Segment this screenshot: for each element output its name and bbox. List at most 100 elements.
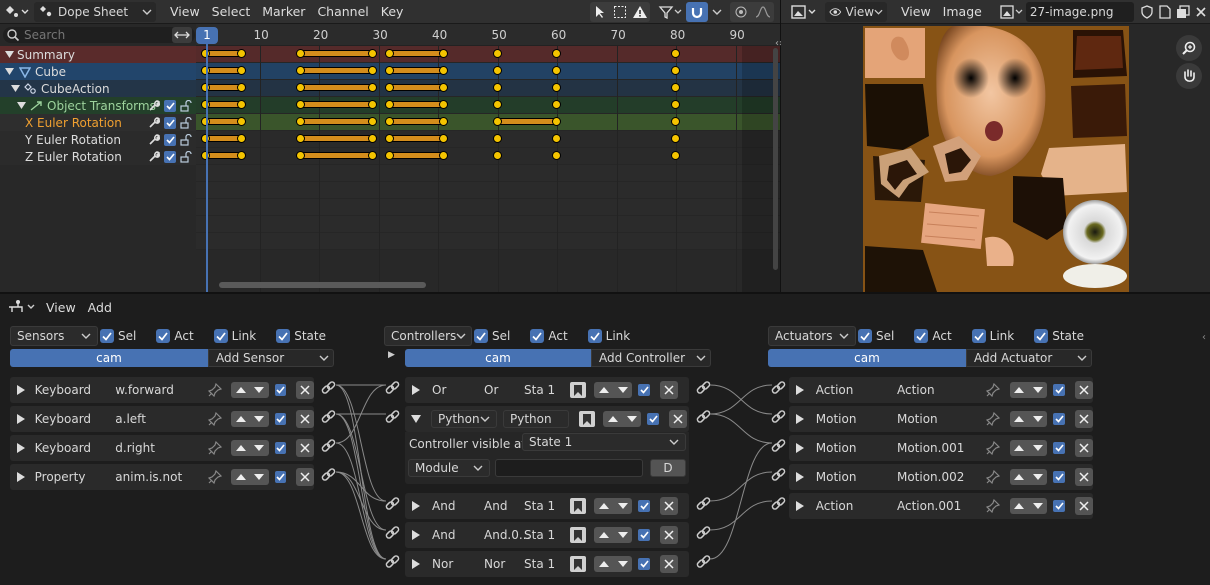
playhead-line[interactable] (206, 44, 208, 293)
sidebar-arrow-icon[interactable]: ‹ (1202, 332, 1210, 343)
menu-marker[interactable]: Marker (256, 4, 311, 19)
keyframe[interactable] (671, 117, 681, 126)
unlocked-icon[interactable] (180, 99, 192, 112)
editor-type-button[interactable] (0, 4, 34, 20)
channel-row[interactable]: Object Transforms (0, 97, 196, 114)
duplicate-image-icon[interactable] (1174, 4, 1192, 19)
keyframe[interactable] (236, 151, 246, 160)
channel-row[interactable]: Summary (0, 46, 196, 63)
menu-key[interactable]: Key (375, 4, 410, 19)
channel-mute-checkbox[interactable] (164, 116, 176, 129)
channel-row[interactable]: X Euler Rotation (0, 114, 196, 131)
keyframe-hold-bar[interactable] (390, 84, 444, 91)
cursor-icon[interactable] (590, 5, 610, 19)
keyframe[interactable] (671, 49, 681, 58)
keyframe[interactable] (367, 66, 377, 75)
keyframe[interactable] (236, 134, 246, 143)
keyframe-area[interactable] (196, 46, 780, 293)
warning-icon[interactable] (630, 5, 650, 19)
proportional-edit-icon[interactable] (730, 6, 752, 18)
menu-select[interactable]: Select (206, 4, 257, 19)
view-mode-dropdown[interactable]: View (825, 1, 887, 22)
keyframe[interactable] (552, 66, 562, 75)
keyframe[interactable] (552, 117, 562, 126)
keyframe[interactable] (367, 117, 377, 126)
keyframe-hold-bar[interactable] (301, 118, 373, 125)
search-input[interactable] (24, 28, 164, 42)
unlocked-icon[interactable] (180, 150, 192, 163)
keyframe[interactable] (671, 83, 681, 92)
keyframe[interactable] (671, 66, 681, 75)
menu-image[interactable]: Image (937, 4, 988, 19)
fake-user-shield-icon[interactable] (1138, 4, 1156, 19)
modifier-wrench-icon[interactable] (148, 133, 160, 146)
unlocked-icon[interactable] (180, 133, 192, 146)
keyframe[interactable] (671, 151, 681, 160)
keyframe-hold-bar[interactable] (301, 67, 373, 74)
menu-view[interactable]: View (895, 4, 937, 19)
keyframe[interactable] (236, 49, 246, 58)
unlocked-icon[interactable] (180, 116, 192, 129)
keyframe[interactable] (439, 66, 448, 75)
keyframe[interactable] (236, 117, 246, 126)
keyframe-hold-bar[interactable] (301, 84, 373, 91)
keyframe[interactable] (236, 66, 246, 75)
keyframe-hold-bar[interactable] (390, 118, 444, 125)
keyframe[interactable] (671, 134, 681, 143)
modifier-wrench-icon[interactable] (148, 150, 160, 163)
keyframe[interactable] (492, 117, 502, 126)
keyframe[interactable] (439, 134, 448, 143)
channel-mute-checkbox[interactable] (164, 150, 176, 163)
keyframe[interactable] (367, 100, 377, 109)
frame-ruler[interactable]: 1 10 20 30 40 50 60 70 80 90 (196, 24, 780, 46)
chevron-down-icon[interactable] (710, 8, 724, 16)
modifier-wrench-icon[interactable] (148, 99, 160, 112)
keyframe[interactable] (439, 83, 448, 92)
vertical-scrollbar[interactable] (773, 48, 778, 270)
keyframe[interactable] (492, 151, 502, 160)
channel-row[interactable]: CubeAction (0, 80, 196, 97)
image-browse-icon[interactable] (998, 4, 1026, 19)
zoom-icon[interactable] (1176, 35, 1202, 61)
mode-dropdown[interactable]: Dope Sheet (34, 1, 156, 22)
keyframe-hold-bar[interactable] (301, 101, 373, 108)
channel-row[interactable]: Z Euler Rotation (0, 148, 196, 165)
new-image-icon[interactable] (1156, 4, 1174, 19)
keyframe[interactable] (492, 49, 502, 58)
keyframe[interactable] (552, 83, 562, 92)
close-image-icon[interactable] (1192, 6, 1210, 18)
keyframe-hold-bar[interactable] (390, 67, 444, 74)
keyframe-hold-bar[interactable] (390, 50, 444, 57)
texture-image[interactable] (863, 26, 1129, 292)
channel-row[interactable]: Cube (0, 63, 196, 80)
image-editor-type-button[interactable] (787, 4, 821, 20)
channel-row[interactable]: Y Euler Rotation (0, 131, 196, 148)
keyframe[interactable] (367, 49, 377, 58)
disclosure-triangle-icon[interactable] (16, 102, 26, 109)
keyframe[interactable] (552, 49, 562, 58)
keyframe[interactable] (367, 151, 377, 160)
keyframe-hold-bar[interactable] (301, 50, 373, 57)
keyframe[interactable] (367, 83, 377, 92)
keyframe[interactable] (367, 134, 377, 143)
keyframe[interactable] (552, 100, 562, 109)
keyframe[interactable] (439, 49, 448, 58)
keyframe-hold-bar[interactable] (390, 152, 444, 159)
keyframe[interactable] (671, 100, 681, 109)
disclosure-triangle-icon[interactable] (4, 68, 14, 75)
disclosure-triangle-icon[interactable] (10, 85, 20, 92)
snap-icon[interactable] (686, 1, 708, 22)
keyframe[interactable] (439, 117, 448, 126)
keyframe[interactable] (492, 66, 502, 75)
current-frame-indicator[interactable]: 1 (196, 27, 218, 44)
filter-icon[interactable] (656, 5, 684, 19)
horizontal-scrollbar[interactable] (219, 282, 426, 288)
keyframe[interactable] (552, 134, 562, 143)
keyframe[interactable] (439, 100, 448, 109)
keyframe[interactable] (492, 134, 502, 143)
disclosure-triangle-icon[interactable] (4, 51, 14, 58)
sync-visible-range-icon[interactable] (172, 27, 192, 43)
menu-view[interactable]: View (164, 4, 206, 19)
keyframe-hold-bar[interactable] (390, 101, 444, 108)
image-name-field[interactable]: 27-image.png (1025, 1, 1134, 22)
